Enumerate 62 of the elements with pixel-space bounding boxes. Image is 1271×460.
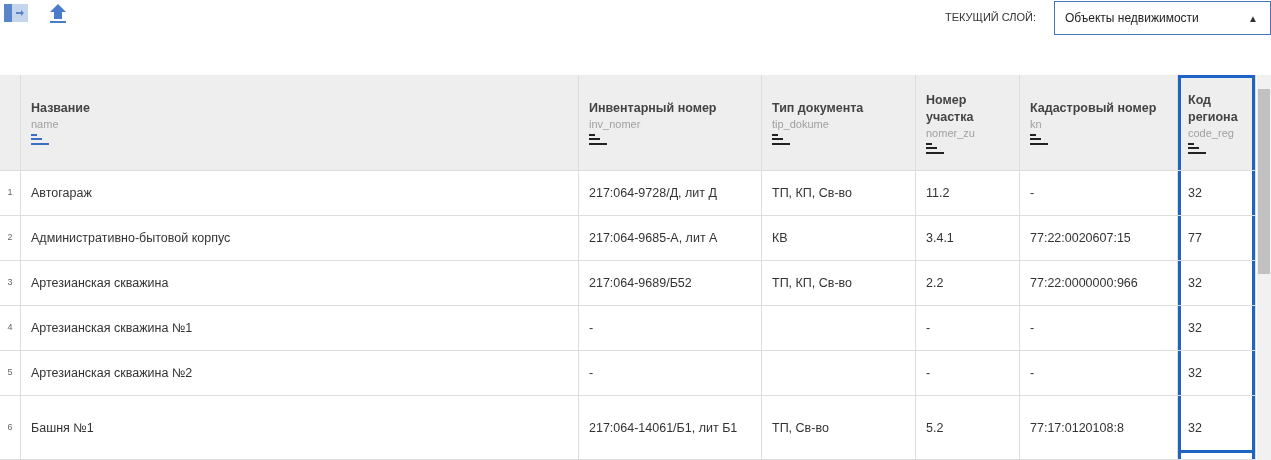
sort-icon[interactable] <box>772 134 790 145</box>
sort-icon[interactable] <box>1030 134 1048 145</box>
table-cell-text: 77:22:0000000:966 <box>1030 275 1138 292</box>
field-name: tip_dokume <box>772 117 830 131</box>
row-number: 1 <box>7 186 13 200</box>
table-cell-text: ТП, КП, Св-во <box>772 275 853 292</box>
column-header[interactable]: Код региона <box>1188 91 1245 126</box>
table-cell-text: 11.2 <box>926 185 950 202</box>
table-cell-text: Артезианская скважина №2 <box>31 365 193 382</box>
field-name: nomer_zu <box>926 125 976 140</box>
layer-select[interactable]: Объекты недвижимости ▲ <box>1054 1 1271 35</box>
table-cell-text: Административно-бытовой корпус <box>31 230 231 247</box>
table-cell-text: 5.2 <box>926 419 944 437</box>
table-cell-text: 77:17:0120108:8 <box>1030 419 1124 437</box>
field-name: inv_nomer <box>589 117 642 131</box>
row-number: 6 <box>7 420 13 434</box>
column-header[interactable]: Инвентарный номер <box>589 100 751 117</box>
row-number: 3 <box>7 276 13 290</box>
table-cell-text: - <box>1030 365 1035 382</box>
table-cell-text: Артезианская скважина №1 <box>31 320 193 337</box>
sort-icon[interactable] <box>926 142 944 154</box>
panel-toggle-icon[interactable] <box>4 4 28 22</box>
table-cell-text: 217:064-9685-А, лит А <box>589 230 718 247</box>
field-name: code_reg <box>1188 125 1235 140</box>
row-number: 5 <box>7 366 13 380</box>
field-name: kn <box>1030 117 1043 131</box>
scrollbar[interactable] <box>1257 75 1271 460</box>
table-cell-text: 77 <box>1188 230 1202 247</box>
table-cell-text: 3.4.1 <box>926 230 954 247</box>
table-cell-text: 2.2 <box>926 275 944 292</box>
table-cell-text: 32 <box>1188 419 1202 437</box>
upload-icon[interactable] <box>50 4 66 23</box>
table-cell-text: 77:22:0020607:15 <box>1030 230 1131 247</box>
table-cell-text: - <box>589 365 594 382</box>
column-header[interactable]: Номер участка <box>926 91 1009 126</box>
table-cell-text: 217:064-14061/Б1, лит Б1 <box>589 419 738 437</box>
row-number: 2 <box>7 231 13 245</box>
sort-icon[interactable] <box>1188 142 1206 154</box>
column-header[interactable]: Тип документа <box>772 100 905 117</box>
table-cell-text: Артезианская скважина <box>31 275 169 292</box>
table-cell-text: - <box>926 365 931 382</box>
field-name: name <box>31 117 60 131</box>
layer-label: ТЕКУЩИЙ СЛОЙ: <box>945 10 1037 25</box>
table-cell-text: 217:064-9728/Д, лит Д <box>589 185 717 202</box>
table-cell-text: КВ <box>772 230 788 247</box>
table-cell-text: 32 <box>1188 320 1202 337</box>
table-cell-text: - <box>1030 185 1035 202</box>
table-cell-text: - <box>926 320 931 337</box>
table-cell-text: 32 <box>1188 275 1202 292</box>
column-header[interactable]: Кадастровый номер <box>1030 100 1167 117</box>
row-number: 4 <box>7 321 13 335</box>
sort-icon[interactable] <box>589 134 607 145</box>
table-cell-text: - <box>1030 320 1035 337</box>
table-cell-text: 217:064-9689/Б52 <box>589 275 692 292</box>
table-cell-text: Башня №1 <box>31 419 94 437</box>
table-cell-text: ТП, Св-во <box>772 419 829 437</box>
table-cell-text: 32 <box>1188 365 1202 382</box>
column-header[interactable]: Название <box>31 100 568 117</box>
table-cell-text: - <box>589 320 594 337</box>
table-cell-text: 32 <box>1188 185 1202 202</box>
table-cell-text: ТП, КП, Св-во <box>772 185 853 202</box>
table-cell-text: Автогараж <box>31 185 92 202</box>
